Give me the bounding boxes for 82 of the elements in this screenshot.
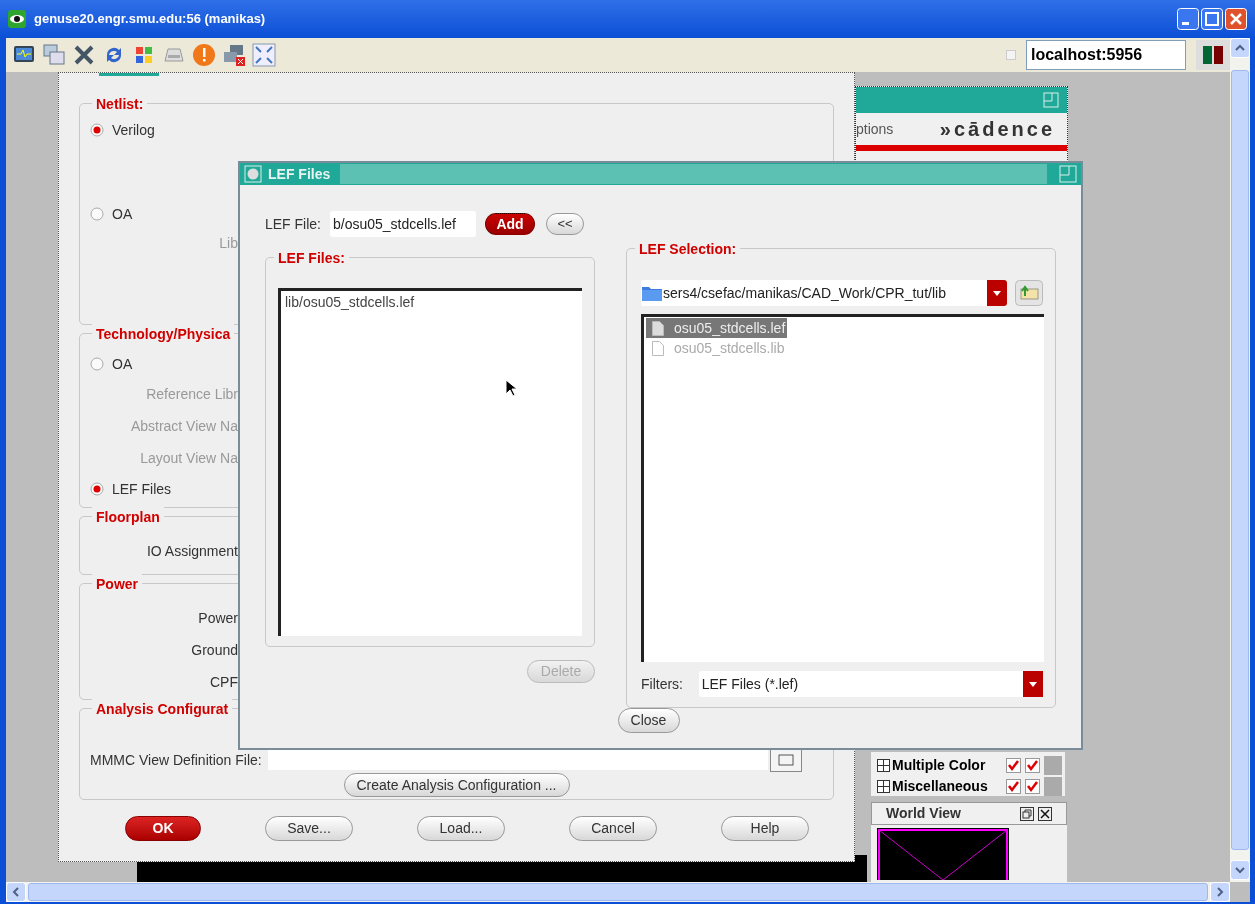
- checked-checkbox-icon[interactable]: [1025, 779, 1040, 794]
- radio-button[interactable]: [90, 207, 104, 221]
- fullscreen-icon[interactable]: [252, 43, 276, 67]
- dialog-button[interactable]: OK: [125, 816, 201, 841]
- create-configuration-button[interactable]: Create Analysis Configuration ...: [343, 773, 570, 797]
- list-item[interactable]: osu05_stdcells.lef: [646, 318, 788, 338]
- selected-radio-button[interactable]: [90, 482, 104, 496]
- expand-icon[interactable]: [877, 759, 890, 772]
- dialog-button[interactable]: Save...: [265, 816, 353, 841]
- path-text: sers4/csefac/manikas/CAD_Work/CPR_tut/lib: [663, 283, 947, 303]
- file-list[interactable]: lib/osu05_stdcells.lef: [278, 288, 582, 636]
- expand-icon[interactable]: [877, 780, 890, 793]
- section-title: Floorplan: [92, 507, 164, 528]
- radio-label: OA: [112, 204, 133, 224]
- field-label: Layout View Na: [139, 448, 238, 468]
- list-item[interactable]: lib/osu05_stdcells.lef: [285, 292, 582, 313]
- field-label: IO Assignment: [145, 541, 238, 561]
- file-field[interactable]: [267, 750, 768, 770]
- add-button[interactable]: Add: [485, 213, 535, 235]
- status-indicator-icon: [1196, 40, 1230, 70]
- field-label: MMMC View Definition File:: [90, 750, 262, 770]
- field-label: Power: [197, 608, 238, 628]
- dropdown-icon[interactable]: [1023, 671, 1043, 697]
- checked-checkbox-icon[interactable]: [1025, 758, 1040, 773]
- vertical-scrollbar[interactable]: [1230, 38, 1250, 882]
- dropdown-icon[interactable]: [987, 280, 1007, 306]
- close-icon[interactable]: [1038, 806, 1052, 821]
- radio-label: LEF Files: [112, 479, 172, 499]
- field-label: Reference Libr: [145, 384, 238, 404]
- panel-title: World View: [886, 804, 962, 823]
- window-menu-icon[interactable]: [244, 165, 262, 183]
- radio-label: Verilog: [112, 120, 155, 140]
- minimize-icon[interactable]: [1177, 8, 1199, 30]
- cursor-icon: [505, 379, 517, 397]
- field-label: Ground: [190, 640, 238, 660]
- restore-icon[interactable]: [1020, 806, 1034, 821]
- maximize-icon[interactable]: [1201, 8, 1223, 30]
- dialog-button[interactable]: Help: [721, 816, 809, 841]
- scroll-down-icon[interactable]: [1230, 860, 1250, 880]
- file-icon: [652, 340, 664, 356]
- folder-up-icon[interactable]: [1015, 280, 1043, 306]
- field-label: LEF File:: [265, 214, 321, 234]
- filter-combo-box[interactable]: LEF Files (*.lef): [698, 671, 1043, 697]
- back-button[interactable]: <<: [546, 213, 584, 235]
- disconnect-icon[interactable]: [222, 43, 246, 67]
- section-title: Analysis Configurat: [92, 699, 233, 720]
- folder-icon: [641, 284, 663, 302]
- field-label: Abstract View Na: [129, 416, 238, 436]
- host-field[interactable]: localhost:5956: [1026, 40, 1186, 70]
- selected-radio-button[interactable]: [90, 123, 104, 137]
- field-label: Lib: [218, 233, 238, 253]
- logo: »cādence: [939, 117, 1055, 142]
- filter-text: LEF Files (*.lef): [701, 674, 800, 694]
- browse-icon[interactable]: [769, 748, 802, 772]
- section-title: Technology/Physica: [92, 324, 235, 345]
- scrollbar-track[interactable]: [1044, 756, 1062, 775]
- checkbox-icon[interactable]: [1006, 50, 1016, 60]
- horizontal-scrollbar[interactable]: [6, 882, 1230, 902]
- radio-button[interactable]: [90, 357, 104, 371]
- menu-item[interactable]: ptions: [856, 118, 894, 140]
- field-label: CPF: [209, 672, 238, 692]
- dialog-button[interactable]: Cancel: [569, 816, 657, 841]
- windows-icon[interactable]: [42, 43, 66, 67]
- window-title: genuse20.engr.smu.edu:56 (manikas): [34, 10, 266, 29]
- file-icon: [652, 320, 664, 336]
- lef-file-field[interactable]: b/osu05_stdcells.lef: [330, 211, 476, 237]
- layer-label: Miscellaneous: [892, 777, 989, 796]
- scroll-up-icon[interactable]: [1230, 38, 1250, 58]
- scroll-left-icon[interactable]: [6, 882, 26, 902]
- dialog-title: LEF Files: [268, 164, 331, 184]
- scrollbar-track[interactable]: [1044, 777, 1062, 796]
- close-button[interactable]: Close: [617, 708, 680, 733]
- dialog-button[interactable]: Load...: [417, 816, 505, 841]
- scroll-right-icon[interactable]: [1210, 882, 1230, 902]
- checked-checkbox-icon[interactable]: [1006, 779, 1021, 794]
- eye-icon: [8, 10, 26, 28]
- checked-checkbox-icon[interactable]: [1006, 758, 1021, 773]
- field-label: Filters:: [641, 674, 684, 694]
- layer-label: Multiple Color: [892, 756, 987, 775]
- path-combo-box[interactable]: sers4/csefac/manikas/CAD_Work/CPR_tut/lib: [641, 280, 1007, 306]
- radio-label: OA: [112, 354, 133, 374]
- alert-icon[interactable]: [192, 43, 216, 67]
